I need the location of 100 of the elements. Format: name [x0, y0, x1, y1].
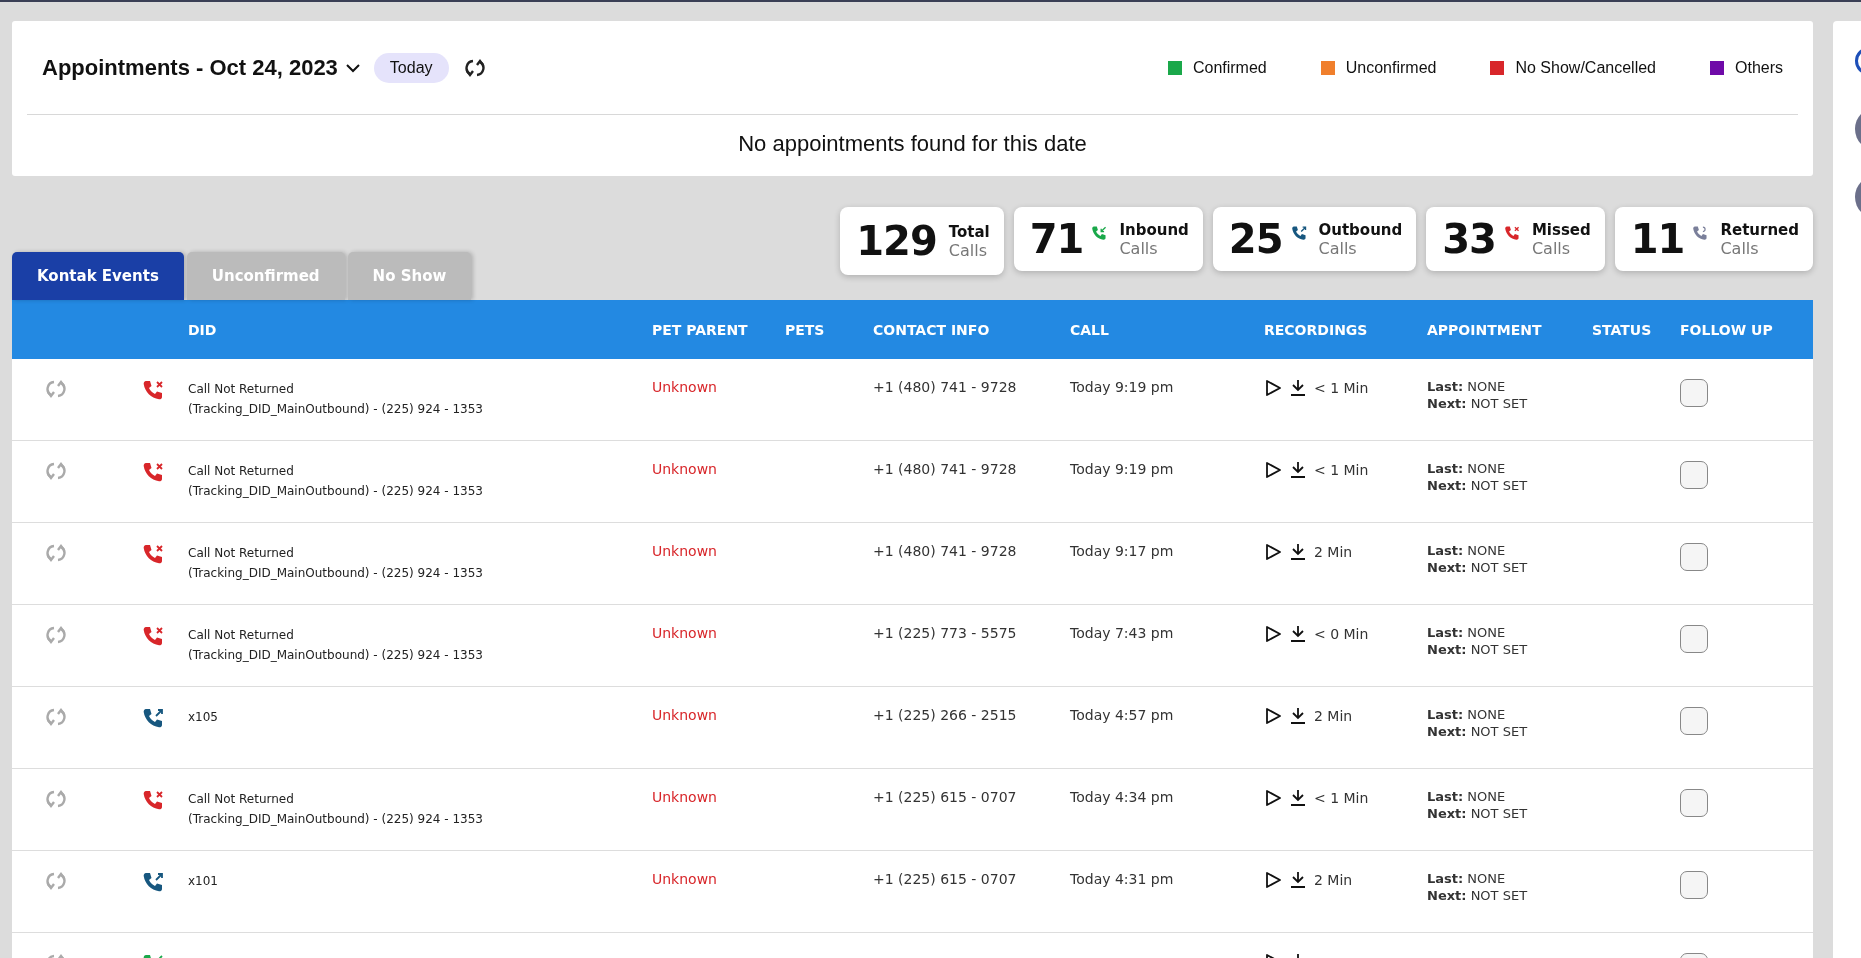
column-header: CALL — [1070, 321, 1110, 338]
recording-duration: 2 Min — [1314, 872, 1353, 888]
play-icon[interactable] — [1264, 379, 1282, 397]
download-icon[interactable] — [1289, 871, 1307, 889]
play-icon[interactable] — [1264, 789, 1282, 807]
recording-duration: 2 Min — [1314, 708, 1353, 724]
call-time: Today 4:31 pm — [1070, 871, 1174, 887]
empty-message: No appointments found for this date — [737, 130, 1088, 158]
did-status: Call Not Returned — [188, 382, 295, 396]
table-row[interactable]: Call Not Returned (Tracking_DID_MainOutbound) - (225) 924 - 1353 Unknown +1 (480) 741 - 9728 Today 9:19 pm < 1 Min Last: NONE Next: NOT SET — [12, 441, 1813, 523]
play-icon[interactable] — [1264, 625, 1282, 643]
contact-number: +1 (480) 741 - 9728 — [873, 379, 1017, 395]
next-appointment: Next: NOT SET — [1427, 560, 1529, 575]
contact-number: +1 (480) 741 - 9728 — [873, 543, 1017, 559]
appointments-title: Appointments - Oct 24, 2023 — [42, 54, 338, 81]
follow-up-checkbox[interactable] — [1680, 625, 1708, 653]
column-header: FOLLOW UP — [1680, 321, 1774, 338]
tab[interactable]: Kontak Events — [12, 252, 184, 300]
table-row[interactable]: x105 Unknown +1 (225) 266 - 2515 Today 4:57 pm 2 Min Last: NONE Next: NOT SET — [12, 687, 1813, 769]
stat-unit: Calls — [948, 240, 988, 260]
did-number: (Tracking_DID_MainOutbound) - (225) 924 - 1353 — [188, 812, 484, 826]
recording-duration: < 1 Min — [1314, 790, 1369, 806]
download-icon[interactable] — [1289, 461, 1307, 479]
recording-duration: 2 Min — [1314, 544, 1353, 560]
follow-up-checkbox[interactable] — [1680, 543, 1708, 571]
last-appointment: Last: NONE — [1427, 789, 1507, 804]
follow-up-checkbox[interactable] — [1680, 379, 1708, 407]
stat-unit: Calls — [1318, 238, 1358, 258]
next-appointment: Next: NOT SET — [1427, 642, 1529, 657]
play-icon[interactable] — [1264, 461, 1282, 479]
pet-parent: Unknown — [652, 625, 717, 641]
missed-call-icon — [142, 625, 164, 647]
stat-title: Inbound — [1119, 220, 1189, 239]
download-icon[interactable] — [1289, 379, 1307, 397]
call-time: Today 9:17 pm — [1070, 543, 1174, 559]
did-number: (Tracking_DID_MainOutbound) - (225) 924 - 1353 — [188, 648, 484, 662]
follow-up-checkbox[interactable] — [1680, 871, 1708, 899]
missed-call-icon — [142, 543, 164, 565]
legend-label: Confirmed — [1192, 58, 1267, 77]
pet-parent: Unknown — [652, 707, 717, 723]
download-icon[interactable] — [1289, 789, 1307, 807]
last-appointment: Last: NONE — [1427, 543, 1507, 558]
did-status: Call Not Returned — [188, 546, 295, 560]
play-icon[interactable] — [1264, 543, 1282, 561]
follow-up-checkbox[interactable] — [1680, 707, 1708, 735]
stat-count: 129 — [856, 218, 937, 264]
follow-up-checkbox[interactable] — [1680, 461, 1708, 489]
contact-number: +1 (225) 773 - 5575 — [873, 625, 1017, 641]
call-time: Today 4:57 pm — [1070, 707, 1174, 723]
download-icon[interactable] — [1289, 625, 1307, 643]
contact-number: +1 (225) 615 - 0707 — [873, 871, 1017, 887]
column-header: APPOINTMENT — [1427, 321, 1543, 338]
stat-title: Returned — [1720, 220, 1799, 239]
call-time: Today 4:34 pm — [1070, 789, 1174, 805]
column-header: RECORDINGS — [1264, 321, 1369, 338]
missed-call-icon — [142, 789, 164, 811]
outgoing-call-icon — [142, 871, 164, 893]
did-number: (Tracking_DID_MainOutbound) - (225) 924 - 1353 — [188, 402, 484, 416]
next-appointment: Next: NOT SET — [1427, 806, 1529, 821]
column-header: PET PARENT — [652, 321, 749, 338]
contact-number: +1 (225) 266 - 2515 — [873, 707, 1017, 723]
stat-title: Total — [948, 222, 990, 241]
pet-parent: Unknown — [652, 871, 717, 887]
last-appointment: Last: NONE — [1427, 461, 1507, 476]
next-appointment: Next: NOT SET — [1427, 396, 1529, 411]
outgoing-call-icon — [1290, 225, 1307, 241]
table-row[interactable]: Call Not Returned (Tracking_DID_MainOutbound) - (225) 924 - 1353 Unknown +1 (225) 615 - 0707 Today 4:34 pm < 1 Min Last: NONE Next: NOT SET — [12, 769, 1813, 851]
call-time: Today 9:19 pm — [1070, 379, 1174, 395]
stat-unit: Calls — [1531, 238, 1572, 258]
did-number: x105 — [188, 710, 219, 724]
did-number: (Tracking_DID_MainOutbound) - (225) 924 - 1353 — [188, 484, 484, 498]
follow-up-checkbox[interactable] — [1680, 789, 1708, 817]
missed-call-icon — [142, 379, 164, 401]
call-time: Today 7:43 pm — [1070, 625, 1174, 641]
refresh-icon[interactable] — [464, 57, 485, 78]
outgoing-call-icon — [142, 707, 164, 729]
last-appointment: Last: NONE — [1427, 871, 1507, 886]
column-header: CONTACT INFO — [873, 321, 991, 338]
last-appointment: Last: NONE — [1427, 707, 1507, 722]
stat-title: Outbound — [1318, 220, 1403, 239]
download-icon[interactable] — [1289, 543, 1307, 561]
table-row[interactable]: Call Not Returned (Tracking_DID_MainOutbound) - (225) 924 - 1353 Unknown +1 (225) 773 - 5575 Today 7:43 pm < 0 Min Last: NONE Next: NOT SET — [12, 605, 1813, 687]
play-icon[interactable] — [1264, 871, 1282, 889]
chevron-down-icon[interactable] — [345, 62, 360, 73]
recording-duration: < 1 Min — [1314, 462, 1369, 478]
next-appointment: Next: NOT SET — [1427, 478, 1529, 493]
table-row[interactable]: Call Not Returned (Tracking_DID_MainOutbound) - (225) 924 - 1353 Unknown +1 (480) 741 - 9728 Today 9:17 pm 2 Min Last: NONE Next: NOT SET — [12, 523, 1813, 605]
did-number: (Tracking_DID_MainOutbound) - (225) 924 - 1353 — [188, 566, 484, 580]
stat-count: 11 — [1630, 216, 1685, 262]
stat-count: 71 — [1029, 216, 1084, 262]
stat-unit: Calls — [1720, 238, 1760, 258]
missed-call-icon — [1503, 225, 1520, 241]
today-button[interactable]: Today — [373, 52, 449, 83]
table-row[interactable]: Call Not Returned (Tracking_DID_MainOutbound) - (225) 924 - 1353 Unknown +1 (480) 741 - 9728 Today 9:19 pm < 1 Min Last: NONE Next: NOT SET — [12, 359, 1813, 441]
table-row[interactable]: x101 Unknown +1 (225) 615 - 0707 Today 4:31 pm 2 Min Last: NONE Next: NOT SET — [12, 851, 1813, 933]
pet-parent: Unknown — [652, 379, 717, 395]
phone-icon — [1692, 225, 1709, 241]
play-icon[interactable] — [1264, 707, 1282, 725]
download-icon[interactable] — [1289, 707, 1307, 725]
pet-parent: Unknown — [652, 789, 717, 805]
